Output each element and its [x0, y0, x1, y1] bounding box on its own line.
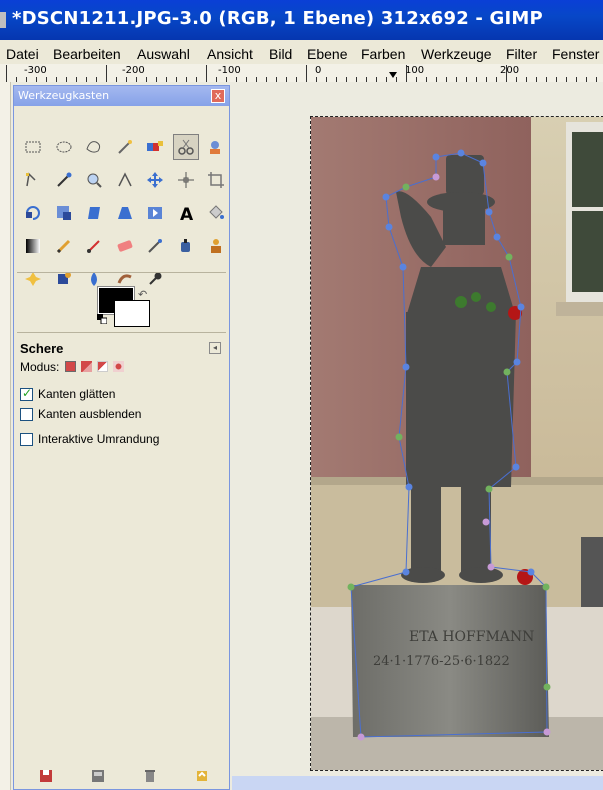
ink-tool-icon[interactable]	[173, 233, 199, 259]
background-color-swatch[interactable]	[114, 300, 150, 327]
divider	[17, 332, 226, 333]
horizontal-ruler[interactable]: -300 -200 -100 0 100 200	[0, 64, 603, 83]
mode-subtract-button[interactable]	[97, 361, 108, 372]
text-tool-icon[interactable]: A	[173, 200, 199, 226]
vertical-ruler[interactable]	[0, 82, 11, 790]
mode-label: Modus:	[20, 360, 60, 374]
ruler-tick	[106, 65, 107, 82]
menu-farben[interactable]: Farben	[361, 46, 405, 62]
horizontal-scrollbar[interactable]	[232, 776, 603, 790]
photo-image: ETA HOFFMANN 24·1·1776-25·6·1822	[311, 117, 603, 770]
ruler-tick	[206, 65, 207, 82]
inscription-line2: 24·1·1776-25·6·1822	[373, 654, 510, 669]
scale-tool-icon[interactable]	[51, 200, 77, 226]
select-by-color-tool-icon[interactable]	[142, 134, 168, 160]
menu-bearbeiten[interactable]: Bearbeiten	[53, 46, 121, 62]
perspective-tool-icon[interactable]	[112, 200, 138, 226]
menu-ansicht[interactable]: Ansicht	[207, 46, 253, 62]
rect-select-tool-icon[interactable]	[20, 134, 46, 160]
save-options-icon[interactable]	[38, 768, 54, 784]
checkbox-interaktive-umrandung[interactable]	[20, 433, 33, 446]
svg-text:A: A	[180, 205, 194, 223]
window-title: *DSCN1211.JPG-3.0 (RGB, 1 Ebene) 312x692…	[12, 8, 543, 29]
paths-tool-icon[interactable]	[20, 167, 46, 193]
mode-add-button[interactable]	[81, 361, 92, 372]
title-bar: *DSCN1211.JPG-3.0 (RGB, 1 Ebene) 312x692…	[0, 0, 603, 40]
shear-tool-icon[interactable]	[81, 200, 107, 226]
delete-options-icon[interactable]	[142, 768, 158, 784]
menu-fenster[interactable]: Fenster	[552, 46, 599, 62]
ruler-pointer-marker	[389, 72, 397, 78]
reset-options-icon[interactable]	[194, 768, 210, 784]
restore-options-icon[interactable]	[90, 768, 106, 784]
toolbox-close-icon[interactable]: x	[211, 89, 225, 103]
ellipse-select-tool-icon[interactable]	[51, 134, 77, 160]
menu-ebene[interactable]: Ebene	[307, 46, 347, 62]
flip-tool-icon[interactable]	[142, 200, 168, 226]
ruler-tick	[506, 65, 507, 82]
fuzzy-select-tool-icon[interactable]	[112, 134, 138, 160]
move-tool-icon[interactable]	[142, 167, 168, 193]
menu-datei[interactable]: Datei	[6, 46, 39, 62]
menu-bild[interactable]: Bild	[269, 46, 292, 62]
paintbrush-tool-icon[interactable]	[81, 233, 107, 259]
clone-tool-icon[interactable]	[203, 233, 229, 259]
rotate-tool-icon[interactable]	[20, 200, 46, 226]
menu-bar: Datei Bearbeiten Auswahl Ansicht Bild Eb…	[0, 40, 603, 64]
free-select-tool-icon[interactable]	[81, 134, 107, 160]
option-label: Kanten glätten	[38, 387, 116, 401]
heal-tool-icon[interactable]	[20, 266, 46, 292]
ruler-label: 0	[315, 65, 322, 76]
mode-intersect-button[interactable]	[113, 361, 124, 372]
color-picker-tool-icon[interactable]	[51, 167, 77, 193]
divider	[17, 272, 226, 273]
pencil-tool-icon[interactable]	[51, 233, 77, 259]
app-icon	[0, 12, 6, 28]
ruler-label: 200	[500, 65, 520, 76]
collapse-options-icon[interactable]: ◂	[209, 342, 221, 354]
scissors-select-tool-icon[interactable]	[172, 134, 199, 160]
bucket-fill-tool-icon[interactable]	[203, 200, 229, 226]
ruler-label: -200	[122, 65, 145, 76]
reset-colors-icon[interactable]	[97, 314, 107, 324]
tool-options-title: Schere	[20, 341, 64, 356]
ruler-label: -100	[218, 65, 241, 76]
eraser-tool-icon[interactable]	[112, 233, 138, 259]
toolbox-titlebar[interactable]: Werkzeugkasten x	[14, 86, 229, 106]
airbrush-tool-icon[interactable]	[142, 233, 168, 259]
mode-replace-button[interactable]	[65, 361, 76, 372]
option-label: Interaktive Umrandung	[38, 432, 160, 446]
zoom-tool-icon[interactable]	[81, 167, 107, 193]
ruler-tick	[306, 65, 307, 82]
ruler-tick	[406, 65, 407, 82]
toolbox-title: Werkzeugkasten	[18, 89, 110, 102]
perspective-clone-tool-icon[interactable]	[51, 266, 77, 292]
menu-auswahl[interactable]: Auswahl	[137, 46, 190, 62]
inscription-line1: ETA HOFFMANN	[409, 629, 534, 645]
menu-filter[interactable]: Filter	[506, 46, 537, 62]
ruler-label: -300	[24, 65, 47, 76]
blend-tool-icon[interactable]	[20, 233, 46, 259]
menu-werkzeuge[interactable]: Werkzeuge	[421, 46, 492, 62]
toolbox-window: Werkzeugkasten x A ↶ Schere ◂ Modus: Kan…	[13, 85, 230, 790]
ruler-tick	[6, 65, 7, 82]
checkbox-kanten-glaetten[interactable]	[20, 386, 33, 401]
option-label: Kanten ausblenden	[38, 407, 142, 421]
ruler-label: 100	[405, 65, 425, 76]
checkbox-kanten-ausblenden[interactable]	[20, 408, 33, 421]
image-canvas[interactable]: ETA HOFFMANN 24·1·1776-25·6·1822	[310, 116, 603, 771]
swap-colors-icon[interactable]: ↶	[138, 288, 147, 301]
measure-tool-icon[interactable]	[112, 167, 138, 193]
align-tool-icon[interactable]	[173, 167, 199, 193]
crop-tool-icon[interactable]	[203, 167, 229, 193]
foreground-select-tool-icon[interactable]	[203, 134, 229, 160]
